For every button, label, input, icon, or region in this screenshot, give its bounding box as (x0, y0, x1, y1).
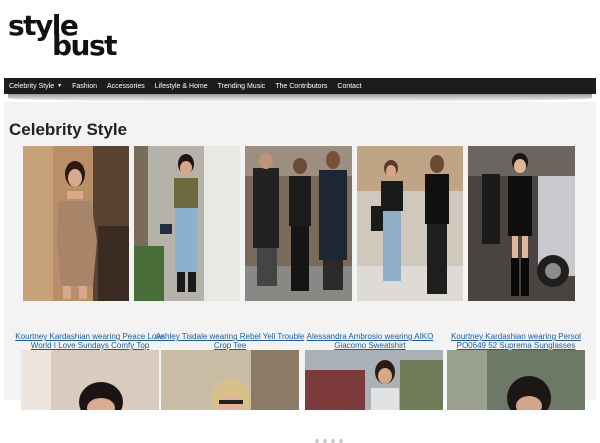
article-title-link[interactable]: Ashley Tisdale wearing Rebel Yell Troubl… (155, 332, 305, 350)
slide-photo-3[interactable] (245, 146, 352, 301)
slider-dot-2[interactable] (315, 439, 319, 443)
main-nav: Celebrity Style ▼ Fashion Accessories Li… (4, 78, 596, 94)
section-title: Celebrity Style (9, 120, 128, 139)
article-title-link[interactable]: Kourtney Kardashian wearing Peace Love W… (15, 332, 165, 350)
slider-dot-5[interactable] (339, 439, 343, 443)
slider-dot-1[interactable] (307, 439, 311, 443)
nav-item-accessories[interactable]: Accessories (102, 83, 150, 90)
image-slider[interactable] (23, 146, 575, 443)
nav-shadow (8, 94, 592, 102)
article-card: Ashley Tisdale wearing Rebel Yell Troubl… (155, 332, 305, 410)
nav-item-lifestyle-home[interactable]: Lifestyle & Home (150, 83, 213, 90)
article-thumbnail[interactable] (161, 350, 299, 410)
article-thumbnail[interactable] (305, 350, 443, 410)
slider-dots (307, 439, 343, 443)
article-thumbnail[interactable] (447, 350, 585, 410)
slide-photo-2[interactable] (134, 146, 240, 301)
article-card: Kourtney Kardashian wearing Peace Love W… (15, 332, 165, 410)
slide-photo-4[interactable] (357, 146, 463, 301)
nav-item-fashion[interactable]: Fashion (67, 83, 102, 90)
slide-photo-1[interactable] (23, 146, 129, 301)
slider-dot-4[interactable] (331, 439, 335, 443)
article-thumbnail[interactable] (21, 350, 159, 410)
slider-dot-3[interactable] (323, 439, 327, 443)
nav-item-trending-music[interactable]: Trending Music (213, 83, 271, 90)
article-title-link[interactable]: Kourtney Kardashian wearing Persol PO064… (441, 332, 591, 350)
site-logo[interactable]: style bust (8, 12, 118, 60)
caret-down-icon: ▼ (57, 83, 63, 89)
nav-item-the-contributors[interactable]: The Contributors (270, 83, 332, 90)
nav-item-celebrity-style[interactable]: Celebrity Style ▼ (4, 83, 67, 90)
article-card: Kourtney Kardashian wearing Persol PO064… (441, 332, 591, 410)
article-card: Alessandra Ambrosio wearing AIKO Giacomo… (295, 332, 445, 410)
article-title-link[interactable]: Alessandra Ambrosio wearing AIKO Giacomo… (295, 332, 445, 350)
slide-photo-5[interactable] (468, 146, 575, 301)
nav-item-contact[interactable]: Contact (332, 83, 366, 90)
